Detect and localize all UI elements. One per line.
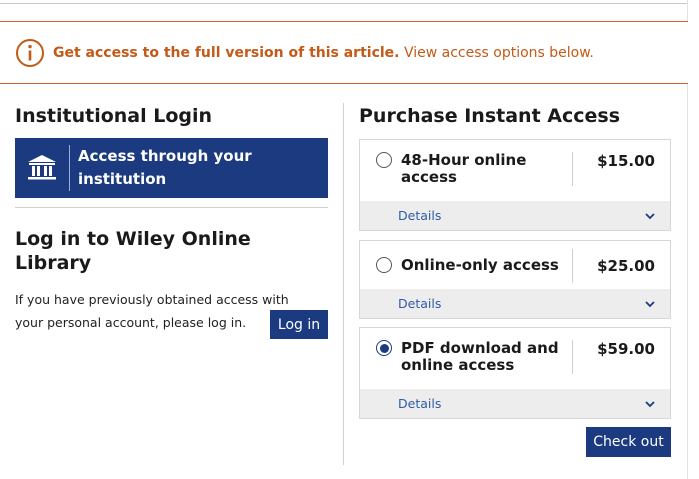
option-card-online-only: Online-only access $25.00 Details: [359, 240, 671, 319]
institution-button-label: Access through your institution: [78, 147, 252, 188]
option-radio-online-only[interactable]: [376, 257, 392, 273]
details-label: Details: [398, 296, 442, 311]
chevron-down-icon: [645, 213, 655, 220]
banner-strong-text: Get access to the full version of this a…: [53, 44, 400, 61]
option-details-toggle[interactable]: Details: [360, 201, 670, 230]
option-radio-48-hour[interactable]: [376, 152, 392, 168]
section-divider: [15, 207, 328, 208]
option-price: $25.00: [597, 257, 655, 275]
login-section: Institutional Login Access through your …: [15, 104, 328, 339]
access-banner: Get access to the full version of this a…: [0, 21, 688, 84]
option-card-48-hour: 48-Hour online access $15.00 Details: [359, 139, 671, 231]
option-price: $59.00: [597, 340, 655, 358]
option-separator: [572, 249, 573, 283]
option-card-pdf-download: PDF download and online access $59.00 De…: [359, 327, 671, 419]
option-label: PDF download and online access: [401, 339, 559, 374]
option-details-toggle[interactable]: Details: [360, 289, 670, 318]
chevron-down-icon: [645, 401, 655, 408]
option-label: Online-only access: [401, 256, 559, 274]
institutional-login-title: Institutional Login: [15, 105, 213, 127]
banner-message: Get access to the full version of this a…: [53, 45, 594, 61]
wiley-login-title: Log in to Wiley Online Library: [15, 228, 251, 274]
top-divider: [0, 3, 688, 4]
info-icon: [16, 38, 44, 67]
option-price: $15.00: [597, 152, 655, 170]
option-radio-pdf-download[interactable]: [376, 340, 392, 356]
purchase-title: Purchase Instant Access: [359, 105, 621, 127]
option-details-toggle[interactable]: Details: [360, 389, 670, 418]
access-through-institution-button[interactable]: Access through your institution: [15, 138, 328, 198]
details-label: Details: [398, 396, 442, 411]
option-separator: [572, 340, 573, 374]
checkout-button[interactable]: Check out: [586, 427, 671, 457]
purchase-section: Purchase Instant Access 48-Hour online a…: [359, 104, 671, 457]
details-label: Details: [398, 208, 442, 223]
option-label: 48-Hour online access: [401, 151, 527, 186]
view-access-options-link[interactable]: View access options below.: [404, 45, 594, 61]
login-button[interactable]: Log in: [270, 310, 328, 339]
column-divider: [343, 103, 344, 465]
option-separator: [572, 152, 573, 186]
institution-icon: [15, 138, 69, 198]
chevron-down-icon: [645, 301, 655, 308]
